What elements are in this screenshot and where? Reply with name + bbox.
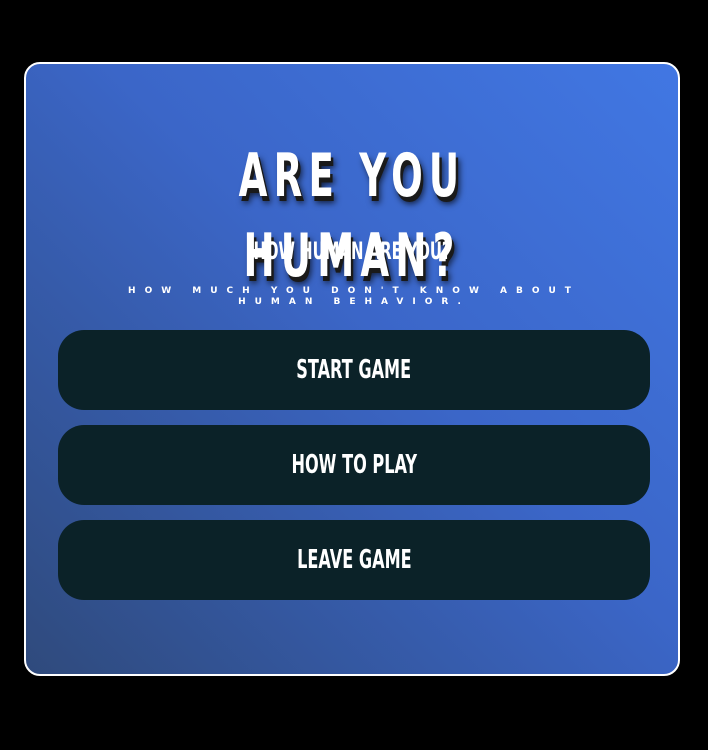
how-to-play-label: HOW TO PLAY	[291, 450, 417, 480]
game-tagline: HOW MUCH YOU DON'T KNOW ABOUT HUMAN BEHA…	[128, 286, 580, 307]
leave-game-button[interactable]: LEAVE GAME	[58, 520, 650, 600]
start-game-button[interactable]: START GAME	[58, 330, 650, 410]
game-subtitle: HOW HUMAN ARE YOU?	[253, 237, 451, 265]
game-title: ARE YOU HUMAN?	[238, 141, 466, 291]
leave-game-label: LEAVE GAME	[296, 545, 412, 575]
start-game-label: START GAME	[296, 355, 412, 385]
how-to-play-button[interactable]: HOW TO PLAY	[58, 425, 650, 505]
main-menu-card: ARE YOU HUMAN? HOW HUMAN ARE YOU? HOW MU…	[24, 62, 680, 676]
